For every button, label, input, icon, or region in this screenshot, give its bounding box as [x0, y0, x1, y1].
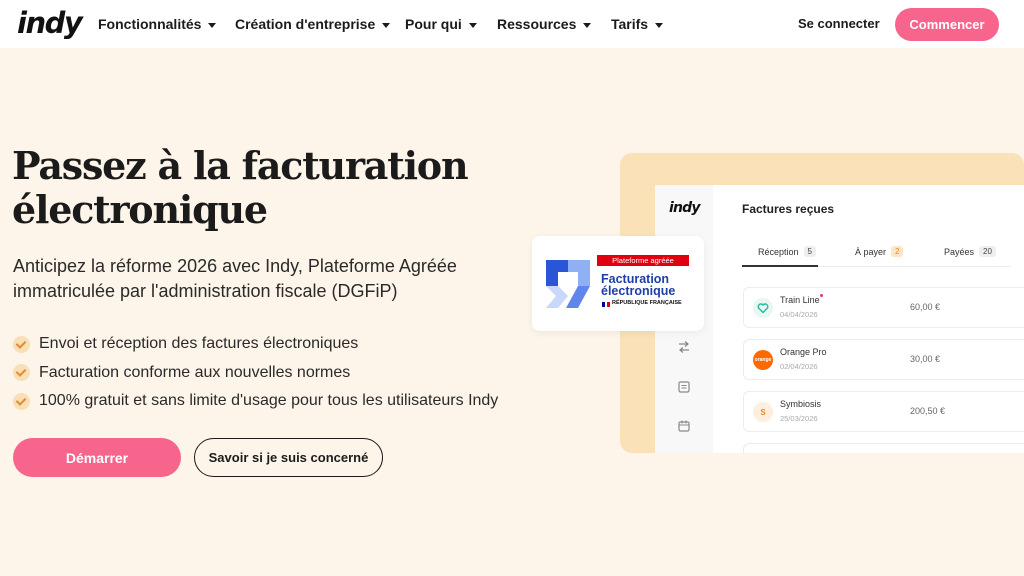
indy-logo[interactable]: indy [17, 6, 83, 40]
tab-a-payer[interactable]: À payer 2 [855, 246, 904, 257]
invoice-row [743, 443, 1024, 453]
nav-item-label: Pour qui [405, 16, 462, 32]
chevron-down-icon [468, 22, 477, 28]
unread-dot [820, 294, 823, 297]
invoice-date: 04/04/2026 [780, 310, 818, 319]
savoir-concerne-button[interactable]: Savoir si je suis concerné [194, 438, 383, 477]
invoice-row[interactable]: orange Orange Pro 02/04/2026 30,00 € [743, 339, 1024, 380]
active-tab-indicator [742, 265, 818, 267]
nav-item-fonctionnalites[interactable]: Fonctionnalités [98, 16, 217, 32]
nav-item-pour-qui[interactable]: Pour qui [405, 16, 477, 32]
invoice-date: 02/04/2026 [780, 362, 818, 371]
republique-francaise-label: RÉPUBLIQUE FRANÇAISE [612, 300, 682, 306]
calendar-icon [678, 420, 690, 432]
login-link[interactable]: Se connecter [798, 16, 880, 31]
title-line-1: Passez à la facturation [12, 143, 469, 188]
tab-payees[interactable]: Payées 20 [944, 246, 996, 257]
tab-label: Payées [944, 246, 975, 257]
invoice-date: 25/03/2026 [780, 414, 818, 423]
invoice-amount: 30,00 € [910, 354, 941, 364]
chevron-down-icon [583, 22, 592, 28]
list-item: Envoi et réception des factures électron… [13, 330, 498, 359]
feature-text: Facturation conforme aux nouvelles norme… [39, 363, 351, 381]
chevron-down-icon [382, 22, 391, 28]
subtitle-line-1: Anticipez la réforme 2026 avec Indy, Pla… [13, 256, 457, 276]
chevron-down-icon [655, 22, 664, 28]
nav-item-label: Création d'entreprise [235, 16, 376, 32]
check-icon [13, 364, 30, 382]
invoice-vendor: Orange Pro [780, 347, 827, 357]
nav-item-ressources[interactable]: Ressources [497, 16, 592, 32]
invoice-vendor: Train Line [780, 295, 820, 305]
count-badge: 5 [803, 246, 816, 257]
tab-label: À payer [855, 246, 887, 257]
tab-reception[interactable]: Réception 5 [758, 246, 816, 257]
demarrer-button[interactable]: Démarrer [13, 438, 181, 477]
top-navigation: indy Fonctionnalités Création d'entrepri… [0, 0, 1024, 48]
french-flag-icon [602, 302, 611, 307]
check-icon [13, 392, 30, 410]
invoice-vendor: Symbiosis [780, 399, 822, 409]
transfer-arrows-icon [679, 341, 689, 353]
tab-label: Réception [758, 246, 799, 257]
list-item: Facturation conforme aux nouvelles norme… [13, 359, 498, 388]
nav-item-creation-entreprise[interactable]: Création d'entreprise [235, 16, 391, 32]
nav-item-label: Tarifs [611, 16, 649, 32]
facturation-electronique-logo-icon [546, 260, 590, 308]
mockup-logo: indy [669, 200, 701, 216]
check-icon [13, 335, 30, 353]
invoice-row[interactable]: S Symbiosis 25/03/2026 200,50 € [743, 391, 1024, 432]
hero-subtitle: Anticipez la réforme 2026 avec Indy, Pla… [13, 254, 513, 304]
receipt-icon [678, 381, 690, 393]
nav-item-tarifs[interactable]: Tarifs [611, 16, 664, 32]
mockup-title: Factures reçues [742, 202, 835, 216]
invoice-amount: 60,00 € [910, 302, 941, 312]
invoice-amount: 200,50 € [910, 406, 946, 416]
subtitle-line-2: immatriculée par l'administration fiscal… [13, 281, 398, 301]
symbiosis-logo-icon: S [753, 402, 773, 422]
invoice-row[interactable]: Train Line 04/04/2026 60,00 € [743, 287, 1024, 328]
title-line-2: électronique [12, 187, 268, 232]
commencer-button[interactable]: Commencer [895, 8, 999, 41]
page-title: Passez à la facturation électronique [12, 144, 482, 232]
list-item: 100% gratuit et sans limite d'usage pour… [13, 387, 498, 416]
orange-logo-icon: orange [753, 350, 773, 370]
count-badge: 2 [891, 246, 904, 257]
count-badge: 20 [979, 246, 996, 257]
feature-text: Envoi et réception des factures électron… [39, 335, 359, 353]
nav-item-label: Ressources [497, 16, 577, 32]
chevron-down-icon [208, 22, 217, 28]
feature-list: Envoi et réception des factures électron… [13, 330, 498, 416]
heart-logo-icon [753, 298, 773, 318]
badge-title-line-2: électronique [601, 284, 676, 298]
plateforme-agreee-tag: Plateforme agréée [597, 255, 689, 266]
nav-item-label: Fonctionnalités [98, 16, 202, 32]
feature-text: 100% gratuit et sans limite d'usage pour… [39, 392, 499, 410]
